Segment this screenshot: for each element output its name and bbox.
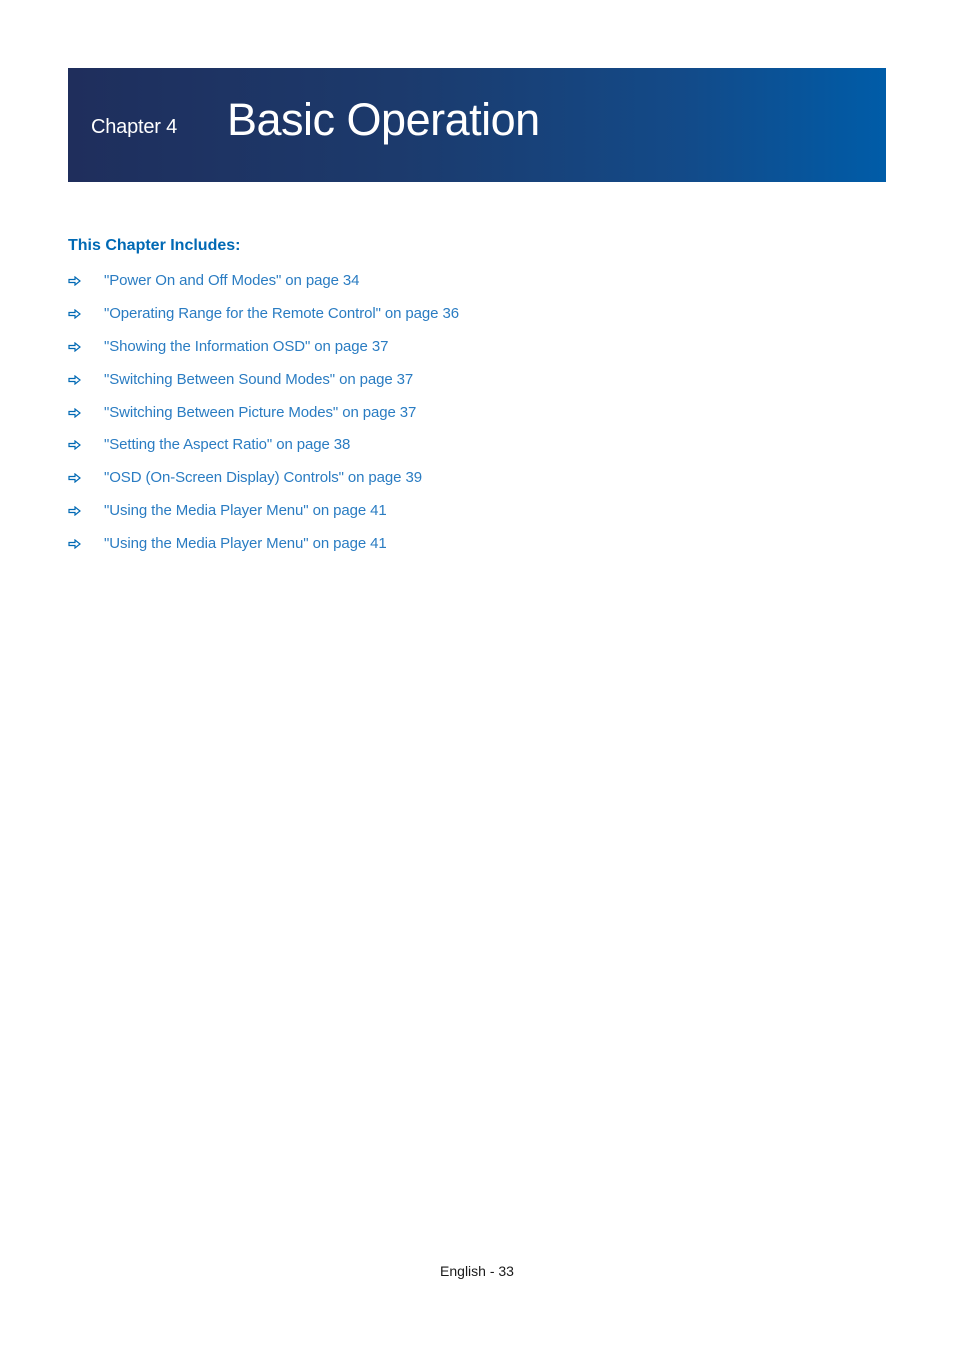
chapter-contents-list: "Power On and Off Modes" on page 34 "Ope… <box>68 270 459 566</box>
list-item: "Using the Media Player Menu" on page 41 <box>68 500 459 533</box>
toc-link[interactable]: "Power On and Off Modes" on page 34 <box>104 270 359 292</box>
arrow-right-icon <box>68 500 104 517</box>
arrow-right-icon <box>68 336 104 352</box>
arrow-right-icon <box>68 533 104 550</box>
list-item: "OSD (On-Screen Display) Controls" on pa… <box>68 467 459 500</box>
list-item: "Operating Range for the Remote Control"… <box>68 303 459 336</box>
arrow-right-icon <box>68 270 104 286</box>
page-number: English - 33 <box>440 1263 514 1279</box>
list-item: "Switching Between Picture Modes" on pag… <box>68 402 459 435</box>
toc-link[interactable]: "Using the Media Player Menu" on page 41 <box>104 500 387 522</box>
list-item: "Switching Between Sound Modes" on page … <box>68 369 459 402</box>
chapter-number: Chapter 4 <box>91 116 178 138</box>
arrow-right-icon <box>68 467 104 484</box>
list-item: "Using the Media Player Menu" on page 41 <box>68 533 459 566</box>
toc-link[interactable]: "Using the Media Player Menu" on page 41 <box>104 533 387 555</box>
toc-link[interactable]: "Setting the Aspect Ratio" on page 38 <box>104 434 350 456</box>
toc-link[interactable]: "Switching Between Picture Modes" on pag… <box>104 402 416 424</box>
arrow-right-icon <box>68 369 104 385</box>
list-item: "Power On and Off Modes" on page 34 <box>68 270 459 303</box>
toc-link[interactable]: "Showing the Information OSD" on page 37 <box>104 336 388 358</box>
toc-link[interactable]: "Operating Range for the Remote Control"… <box>104 303 459 325</box>
toc-link[interactable]: "OSD (On-Screen Display) Controls" on pa… <box>104 467 422 489</box>
arrow-right-icon <box>68 303 104 319</box>
list-item: "Setting the Aspect Ratio" on page 38 <box>68 434 459 467</box>
arrow-right-icon <box>68 402 104 418</box>
toc-link[interactable]: "Switching Between Sound Modes" on page … <box>104 369 413 391</box>
arrow-right-icon <box>68 434 104 451</box>
list-item: "Showing the Information OSD" on page 37 <box>68 336 459 369</box>
chapter-title: Basic Operation <box>227 94 540 145</box>
chapter-banner: Chapter 4 Basic Operation <box>68 68 886 182</box>
chapter-includes-heading: This Chapter Includes: <box>68 237 241 254</box>
